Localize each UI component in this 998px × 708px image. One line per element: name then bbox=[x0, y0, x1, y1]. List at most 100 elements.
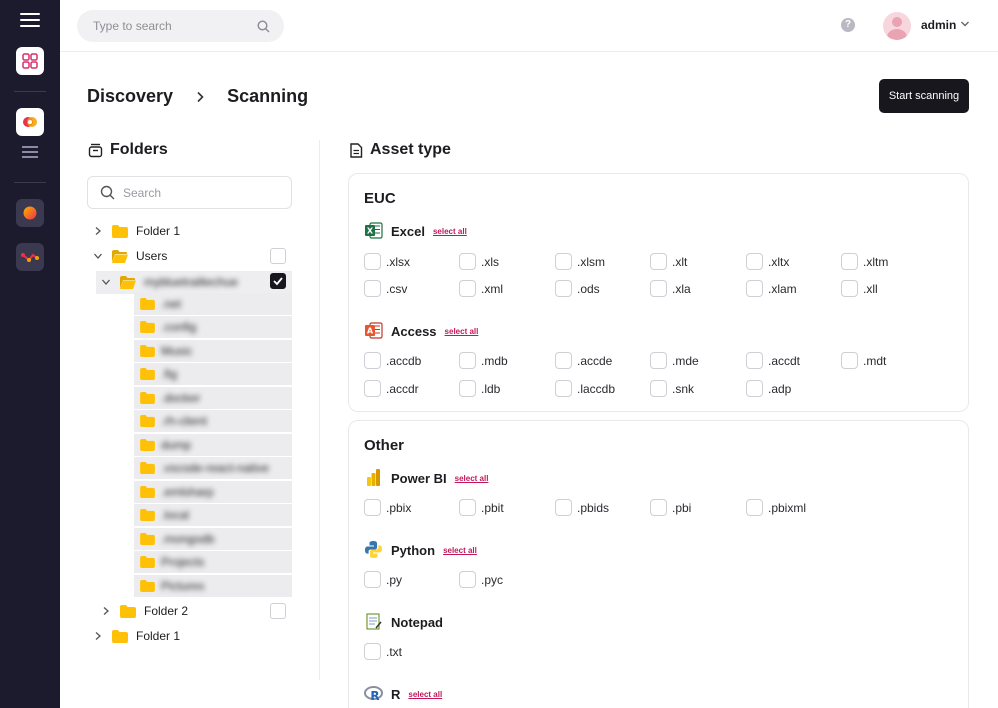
start-scanning-button[interactable]: Start scanning bbox=[879, 79, 969, 113]
tree-subfolder[interactable]: .mongodb bbox=[134, 528, 292, 550]
powerbi-icon bbox=[364, 468, 384, 488]
access-select-all-link[interactable]: select all bbox=[445, 327, 479, 336]
folder-icon bbox=[140, 462, 155, 474]
ext-checkbox[interactable]: .xlt bbox=[650, 253, 687, 270]
user-name[interactable]: admin bbox=[921, 18, 956, 32]
other-card: Other Power BI select all .pbix .pbit .p… bbox=[348, 420, 969, 708]
tree-subfolder[interactable]: .local bbox=[134, 504, 292, 526]
ext-checkbox[interactable]: .xlsx bbox=[364, 253, 410, 270]
folder-icon bbox=[140, 509, 155, 521]
chevron-down-icon[interactable] bbox=[960, 19, 970, 29]
ext-checkbox[interactable]: .ldb bbox=[459, 380, 500, 397]
ext-checkbox[interactable]: .accdb bbox=[364, 352, 421, 369]
ext-checkbox[interactable]: .mdb bbox=[459, 352, 508, 369]
ext-checkbox[interactable]: .pyc bbox=[459, 571, 503, 588]
ext-checkbox[interactable]: .xls bbox=[459, 253, 499, 270]
hamburger-menu-icon[interactable] bbox=[20, 13, 40, 31]
ext-checkbox[interactable]: .xll bbox=[841, 280, 878, 297]
ext-checkbox[interactable]: .txt bbox=[364, 643, 402, 660]
nav-list-icon[interactable] bbox=[22, 146, 38, 158]
tree-item-folder-1[interactable]: Folder 1 bbox=[92, 220, 180, 242]
excel-icon: X bbox=[364, 221, 384, 241]
ext-checkbox[interactable]: .xltx bbox=[746, 253, 789, 270]
tree-item-folder-2[interactable]: Folder 2 bbox=[100, 600, 188, 622]
ext-checkbox[interactable]: .accdr bbox=[364, 380, 419, 397]
ext-checkbox[interactable]: .accdt bbox=[746, 352, 800, 369]
ext-checkbox[interactable]: .ods bbox=[555, 280, 600, 297]
ext-checkbox[interactable]: .pbixml bbox=[746, 499, 806, 516]
checkbox-user-home-checked[interactable] bbox=[270, 273, 286, 289]
global-search bbox=[77, 10, 284, 42]
r-select-all-link[interactable]: select all bbox=[408, 690, 442, 699]
access-icon: A bbox=[364, 321, 384, 341]
main-content: Discovery Scanning Start scanning Folder… bbox=[60, 52, 998, 708]
ext-checkbox[interactable]: .accde bbox=[555, 352, 612, 369]
nav-dashboard-icon[interactable] bbox=[16, 47, 44, 75]
tree-item-user-home[interactable]: mybluetrailtechue bbox=[100, 271, 238, 293]
checkbox-users[interactable] bbox=[270, 248, 286, 264]
excel-select-all-link[interactable]: select all bbox=[433, 227, 467, 236]
help-icon[interactable]: ? bbox=[841, 18, 855, 32]
chevron-down-icon[interactable] bbox=[92, 252, 104, 260]
chevron-down-icon[interactable] bbox=[100, 278, 112, 286]
ext-checkbox[interactable]: .adp bbox=[746, 380, 791, 397]
access-group-header: A Access select all bbox=[364, 321, 478, 341]
checkbox-folder-2[interactable] bbox=[270, 603, 286, 619]
tree-item-users[interactable]: Users bbox=[92, 245, 167, 267]
nav-app-network-icon[interactable] bbox=[16, 243, 44, 271]
ext-checkbox[interactable]: .xla bbox=[650, 280, 691, 297]
folder-icon bbox=[140, 415, 155, 427]
search-icon[interactable] bbox=[257, 19, 270, 33]
other-title: Other bbox=[364, 437, 405, 454]
r-group-header: R R select all bbox=[364, 684, 442, 704]
tree-subfolder[interactable]: .emlsharp bbox=[134, 481, 292, 503]
tree-subfolder[interactable]: dump bbox=[134, 434, 292, 456]
ext-checkbox[interactable]: .mde bbox=[650, 352, 699, 369]
ext-checkbox[interactable]: .pbi bbox=[650, 499, 691, 516]
r-language-icon: R bbox=[364, 684, 384, 704]
asset-type-heading: Asset type bbox=[349, 141, 451, 159]
global-search-input[interactable] bbox=[93, 19, 257, 33]
ext-checkbox[interactable]: .xlsm bbox=[555, 253, 605, 270]
chevron-right-icon[interactable] bbox=[100, 606, 112, 616]
ext-checkbox[interactable]: .xltm bbox=[841, 253, 888, 270]
svg-text:A: A bbox=[367, 327, 374, 336]
ext-checkbox[interactable]: .csv bbox=[364, 280, 407, 297]
chevron-right-icon[interactable] bbox=[92, 226, 104, 236]
nav-discovery-icon[interactable] bbox=[16, 108, 44, 136]
ext-checkbox[interactable]: .laccdb bbox=[555, 380, 615, 397]
tree-subfolder[interactable]: .net bbox=[134, 293, 292, 315]
rail-divider bbox=[14, 182, 46, 183]
tree-subfolder[interactable]: .config bbox=[134, 316, 292, 338]
tree-subfolder[interactable]: Projects bbox=[134, 551, 292, 573]
folder-search-input[interactable] bbox=[123, 185, 273, 200]
folder-icon bbox=[140, 368, 155, 380]
ext-checkbox[interactable]: .xlam bbox=[746, 280, 797, 297]
tree-subfolder[interactable]: .docker bbox=[134, 387, 292, 409]
tree-subfolder[interactable]: .fig bbox=[134, 363, 292, 385]
ext-checkbox[interactable]: .py bbox=[364, 571, 402, 588]
svg-text:R: R bbox=[370, 689, 379, 703]
tree-subfolder[interactable]: .rh-client bbox=[134, 410, 292, 432]
ext-checkbox[interactable]: .snk bbox=[650, 380, 694, 397]
notepad-group-header: Notepad bbox=[364, 612, 443, 632]
folder-search bbox=[87, 176, 292, 209]
ext-checkbox[interactable]: .pbids bbox=[555, 499, 609, 516]
tree-subfolder[interactable]: Music bbox=[134, 340, 292, 362]
tree-item-folder-1b[interactable]: Folder 1 bbox=[92, 625, 180, 647]
tree-subfolder[interactable]: Pictures bbox=[134, 575, 292, 597]
ext-checkbox[interactable]: .mdt bbox=[841, 352, 886, 369]
avatar[interactable] bbox=[883, 12, 911, 40]
euc-title: EUC bbox=[364, 190, 396, 207]
ext-checkbox[interactable]: .xml bbox=[459, 280, 503, 297]
breadcrumb-discovery[interactable]: Discovery bbox=[87, 86, 173, 107]
python-select-all-link[interactable]: select all bbox=[443, 546, 477, 555]
document-icon bbox=[350, 142, 363, 158]
ext-checkbox[interactable]: .pbix bbox=[364, 499, 411, 516]
ext-checkbox[interactable]: .pbit bbox=[459, 499, 504, 516]
tree-subfolder[interactable]: .vscode-react-native bbox=[134, 457, 292, 479]
folder-icon bbox=[140, 533, 155, 545]
powerbi-select-all-link[interactable]: select all bbox=[455, 474, 489, 483]
nav-app-orb-icon[interactable] bbox=[16, 199, 44, 227]
chevron-right-icon[interactable] bbox=[92, 631, 104, 641]
